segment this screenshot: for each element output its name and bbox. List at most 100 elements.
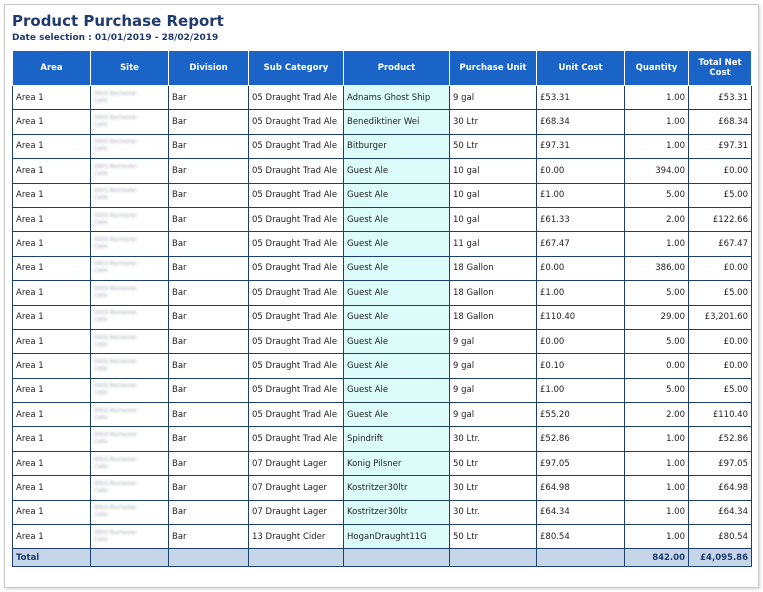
table-row[interactable]: Area 1 0003 Rochester Cello Bar 05 Draught … <box>12 255 752 282</box>
cell-unit-cost: £0.10 <box>536 353 625 379</box>
report-page: Product Purchase Report Date selection :… <box>4 4 759 588</box>
cell-division: Bar <box>168 475 249 501</box>
cell-purchase-unit: 9 gal <box>449 402 537 428</box>
cell-site: 0003 Rochester Cello <box>90 499 169 526</box>
date-selection: Date selection : 01/01/2019 - 28/02/2019 <box>12 33 219 43</box>
purchase-table: Area Site Division Sub Category Product … <box>12 51 752 568</box>
cell-total-net-cost: £0.00 <box>688 158 752 184</box>
cell-site: 0003 Rochester Cello <box>90 84 169 111</box>
table-row[interactable]: Area 1 0003 Rochester Cello Bar 05 Draught … <box>12 158 752 184</box>
site-name-redacted: 0003 Rochester Cello <box>94 115 138 129</box>
cell-purchase-unit: 50 Ltr <box>449 524 537 550</box>
cell-sub-category: 07 Draught Lager <box>248 499 344 526</box>
cell-unit-cost: £61.33 <box>536 206 625 233</box>
total-net-cost: £4,095.86 <box>688 548 752 568</box>
cell-sub-category: 05 Draught Trad Ale <box>248 84 344 111</box>
cell-division: Bar <box>168 450 249 477</box>
table-row[interactable]: Area 1 0003 Rochester Cello Bar 05 Draught … <box>12 84 752 111</box>
column-header-division[interactable]: Division <box>168 51 249 86</box>
table-row[interactable]: Area 1 0003 Rochester Cello Bar 05 Draught … <box>12 109 752 135</box>
cell-quantity: 1.00 <box>624 475 689 501</box>
cell-quantity: 5.00 <box>624 182 689 208</box>
table-row[interactable]: Area 1 0003 Rochester Cello Bar 07 Draught … <box>12 499 752 526</box>
cell-division: Bar <box>168 304 249 330</box>
site-name-redacted: 0003 Rochester Cello <box>94 480 138 494</box>
table-row[interactable]: Area 1 0003 Rochester Cello Bar 05 Draught … <box>12 402 752 428</box>
cell-product: Guest Ale <box>343 158 450 184</box>
table-row[interactable]: Area 1 0003 Rochester Cello Bar 05 Draught … <box>12 280 752 306</box>
cell-unit-cost: £0.00 <box>536 158 625 184</box>
cell-purchase-unit: 30 Ltr. <box>449 499 537 526</box>
table-row[interactable]: Area 1 0003 Rochester Cello Bar 13 Draught … <box>12 524 752 550</box>
cell-quantity: 5.00 <box>624 328 689 355</box>
table-row[interactable]: Area 1 0003 Rochester Cello Bar 05 Draught … <box>12 426 752 452</box>
column-header-site[interactable]: Site <box>90 51 169 86</box>
table-row[interactable]: Area 1 0003 Rochester Cello Bar 05 Draught … <box>12 231 752 257</box>
column-header-product[interactable]: Product <box>343 51 450 86</box>
cell-division: Bar <box>168 499 249 526</box>
column-header-unit-cost[interactable]: Unit Cost <box>536 51 625 86</box>
cell-product: Guest Ale <box>343 328 450 355</box>
cell-unit-cost: £80.54 <box>536 524 625 550</box>
total-spacer <box>536 548 625 568</box>
table-row[interactable]: Area 1 0003 Rochester Cello Bar 05 Draught … <box>12 182 752 208</box>
cell-purchase-unit: 18 Gallon <box>449 255 537 282</box>
cell-sub-category: 07 Draught Lager <box>248 450 344 477</box>
cell-total-net-cost: £80.54 <box>688 524 752 550</box>
table-row[interactable]: Area 1 0003 Rochester Cello Bar 07 Draught … <box>12 450 752 477</box>
cell-sub-category: 05 Draught Trad Ale <box>248 133 344 160</box>
cell-sub-category: 05 Draught Trad Ale <box>248 328 344 355</box>
cell-area: Area 1 <box>12 304 91 330</box>
cell-area: Area 1 <box>12 182 91 208</box>
cell-product: Guest Ale <box>343 255 450 282</box>
cell-unit-cost: £64.34 <box>536 499 625 526</box>
cell-total-net-cost: £5.00 <box>688 182 752 208</box>
table-row[interactable]: Area 1 0003 Rochester Cello Bar 05 Draught … <box>12 328 752 355</box>
cell-product: Kostritzer30ltr <box>343 475 450 501</box>
column-header-quantity[interactable]: Quantity <box>624 51 689 86</box>
column-header-purchase-unit[interactable]: Purchase Unit <box>449 51 537 86</box>
cell-division: Bar <box>168 402 249 428</box>
site-name-redacted: 0003 Rochester Cello <box>94 188 138 202</box>
cell-site: 0003 Rochester Cello <box>90 133 169 160</box>
site-name-redacted: 0003 Rochester Cello <box>94 358 138 372</box>
cell-purchase-unit: 9 gal <box>449 353 537 379</box>
cell-area: Area 1 <box>12 133 91 160</box>
cell-total-net-cost: £68.34 <box>688 109 752 135</box>
site-name-redacted: 0003 Rochester Cello <box>94 237 138 251</box>
table-row[interactable]: Area 1 0003 Rochester Cello Bar 05 Draught … <box>12 133 752 160</box>
cell-product: Guest Ale <box>343 206 450 233</box>
cell-product: Guest Ale <box>343 280 450 306</box>
table-row[interactable]: Area 1 0003 Rochester Cello Bar 05 Draught … <box>12 304 752 330</box>
cell-unit-cost: £0.00 <box>536 328 625 355</box>
cell-quantity: 5.00 <box>624 280 689 306</box>
cell-division: Bar <box>168 353 249 379</box>
cell-unit-cost: £53.31 <box>536 84 625 111</box>
column-header-area[interactable]: Area <box>12 51 91 86</box>
table-row[interactable]: Area 1 0003 Rochester Cello Bar 05 Draught … <box>12 206 752 233</box>
cell-quantity: 394.00 <box>624 158 689 184</box>
cell-product: Guest Ale <box>343 353 450 379</box>
cell-sub-category: 05 Draught Trad Ale <box>248 377 344 404</box>
table-row[interactable]: Area 1 0003 Rochester Cello Bar 07 Draught … <box>12 475 752 501</box>
cell-sub-category: 13 Draught Cider <box>248 524 344 550</box>
cell-total-net-cost: £110.40 <box>688 402 752 428</box>
cell-quantity: 1.00 <box>624 450 689 477</box>
cell-quantity: 1.00 <box>624 231 689 257</box>
cell-total-net-cost: £0.00 <box>688 353 752 379</box>
cell-site: 0003 Rochester Cello <box>90 255 169 282</box>
cell-site: 0003 Rochester Cello <box>90 426 169 452</box>
cell-purchase-unit: 10 gal <box>449 182 537 208</box>
cell-purchase-unit: 10 gal <box>449 158 537 184</box>
cell-total-net-cost: £52.86 <box>688 426 752 452</box>
column-header-total-net-cost[interactable]: Total Net Cost <box>688 51 752 86</box>
site-name-redacted: 0003 Rochester Cello <box>94 261 138 275</box>
cell-purchase-unit: 50 Ltr <box>449 133 537 160</box>
column-header-sub-category[interactable]: Sub Category <box>248 51 344 86</box>
cell-sub-category: 05 Draught Trad Ale <box>248 426 344 452</box>
cell-sub-category: 05 Draught Trad Ale <box>248 109 344 135</box>
total-spacer <box>343 548 450 568</box>
table-row[interactable]: Area 1 0003 Rochester Cello Bar 05 Draught … <box>12 377 752 404</box>
cell-site: 0003 Rochester Cello <box>90 377 169 404</box>
table-row[interactable]: Area 1 0003 Rochester Cello Bar 05 Draught … <box>12 353 752 379</box>
